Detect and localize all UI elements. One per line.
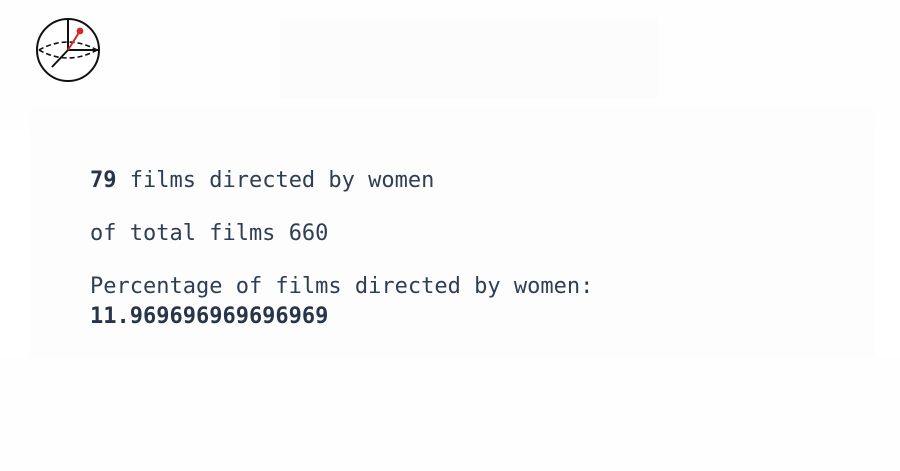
total-films-label: of total films — [90, 221, 276, 246]
percentage-label: Percentage of films directed by women: — [90, 274, 594, 299]
page: 79 films directed by women of total film… — [0, 0, 900, 471]
total-films-count: 660 — [288, 221, 329, 246]
women-films-line: 79 films directed by women — [90, 166, 593, 196]
stats-panel: 79 films directed by women of total film… — [90, 166, 593, 332]
women-films-count: 79 — [90, 168, 117, 193]
backdrop-bottom — [0, 356, 900, 471]
percentage-value: 11.969696969696969 — [90, 304, 329, 329]
backdrop-header-block — [280, 18, 658, 98]
women-films-label: films directed by women — [129, 168, 435, 193]
total-films-line: of total films 660 — [90, 219, 593, 249]
globe-clock-icon — [36, 18, 100, 82]
